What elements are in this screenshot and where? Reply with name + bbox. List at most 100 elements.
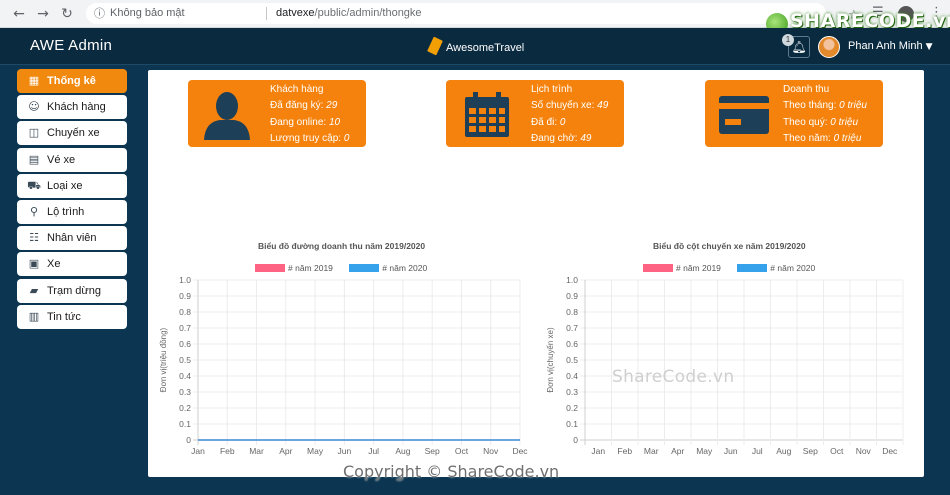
user-menu[interactable]: Phan Anh Minh ▼ bbox=[848, 40, 933, 52]
x-tick-label: Dec bbox=[512, 446, 528, 456]
notification-badge: 1 bbox=[782, 34, 794, 46]
x-tick-label: Feb bbox=[617, 446, 632, 456]
revenue-card: Doanh thu Theo tháng: 0 triệu Theo quý: … bbox=[705, 80, 883, 147]
visits-stat: Lượng truy cập: 0 bbox=[270, 133, 350, 144]
sidebar-item-label: Lộ trình bbox=[47, 205, 85, 218]
sidebar-item[interactable]: ◫ Chuyến xe bbox=[17, 121, 127, 146]
address-separator bbox=[266, 7, 267, 20]
sidebar-item[interactable]: ☷ Nhân viên bbox=[17, 226, 127, 251]
sidebar-item-label: Vé xe bbox=[47, 153, 76, 166]
revenue-line-chart: Đơn vị(triệu đồng) 0 0.1 0.2 0.3 0.4 0.5 0.6 0.7… bbox=[159, 275, 528, 456]
address-bar[interactable]: ⓘ Không bảo mật datvexe/public/admin/tho… bbox=[86, 3, 860, 24]
sidebar-item[interactable]: ▰ Trạm dừng bbox=[17, 278, 127, 303]
sidebar-item[interactable]: ⛟ Loại xe bbox=[17, 173, 127, 198]
app-header: AWE Admin AwesomeTravel 🔔︎ 1 Phan Anh Mi… bbox=[0, 28, 950, 65]
main-panel: Khách hàng Đã đăng ký: 29 Đang online: 1… bbox=[148, 70, 924, 477]
revenue-chart-title: Biểu đồ đường doanh thu năm 2019/2020 bbox=[258, 241, 426, 251]
route-icon: ⚲ bbox=[29, 204, 39, 218]
watermark-text: ShareCode.vn bbox=[612, 367, 735, 387]
y-tick-label: 0.9 bbox=[566, 291, 578, 301]
x-tick-label: Oct bbox=[830, 446, 844, 456]
done-stat: Đã đi: 0 bbox=[531, 117, 566, 128]
x-tick-label: Jul bbox=[368, 446, 379, 456]
calendar-icon bbox=[465, 92, 509, 137]
x-tick-label: Oct bbox=[455, 446, 469, 456]
y-tick-label: 0.1 bbox=[566, 419, 578, 429]
copyright-watermark: Copyright © ShareCode.vn bbox=[343, 462, 560, 481]
y-tick-label: 0.9 bbox=[179, 291, 191, 301]
sidebar-item-label: Chuyến xe bbox=[47, 127, 100, 140]
pencil-icon bbox=[427, 36, 443, 56]
y-tick-label: 0.7 bbox=[179, 323, 191, 333]
sidebar-item-label: Thống kê bbox=[47, 75, 96, 87]
y-tick-label: 0.5 bbox=[179, 355, 191, 365]
y-tick-label: 0.2 bbox=[566, 403, 578, 413]
sidebar-item[interactable]: ▣ Xe bbox=[17, 252, 127, 277]
y-axis-label: Đơn vị(chuyến xe) bbox=[546, 327, 555, 393]
month-revenue-stat: Theo tháng: 0 triệu bbox=[783, 100, 867, 111]
sidebar-item[interactable]: ▦ Thống kê bbox=[17, 69, 127, 93]
customers-title: Khách hàng bbox=[270, 84, 324, 95]
x-tick-label: Apr bbox=[279, 446, 292, 456]
sidebar-item-label: Xe bbox=[47, 258, 61, 271]
schedule-title: Lịch trình bbox=[531, 84, 573, 95]
forward-icon[interactable]: → bbox=[34, 5, 52, 23]
y-tick-label: 0.3 bbox=[179, 387, 191, 397]
car-icon: ⛟ bbox=[27, 178, 41, 192]
sidebar-item-label: Trạm dừng bbox=[47, 284, 102, 297]
user-icon bbox=[204, 92, 250, 140]
x-tick-label: Mar bbox=[249, 446, 264, 456]
x-tick-label: Sep bbox=[425, 446, 440, 456]
chevron-down-icon: ▼ bbox=[925, 42, 933, 52]
y-tick-label: 0.3 bbox=[566, 387, 578, 397]
sidebar-item[interactable]: ☺ Khách hàng bbox=[17, 95, 127, 120]
schedule-card: Lịch trình Số chuyến xe: 49 Đã đi: 0 Đan… bbox=[446, 80, 624, 147]
y-tick-label: 0.2 bbox=[179, 403, 191, 413]
y-tick-label: 0.7 bbox=[566, 323, 578, 333]
y-tick-label: 0.8 bbox=[179, 307, 191, 317]
bus-icon: ▣ bbox=[28, 257, 40, 271]
y-tick-label: 0.5 bbox=[566, 355, 578, 365]
x-tick-label: Jan bbox=[191, 446, 205, 456]
online-stat: Đang online: 10 bbox=[270, 117, 341, 128]
back-icon[interactable]: ← bbox=[10, 5, 28, 23]
reload-icon[interactable]: ↻ bbox=[58, 5, 76, 23]
waiting-stat: Đang chờ: 49 bbox=[531, 133, 592, 144]
x-tick-label: Jun bbox=[338, 446, 352, 456]
x-tick-label: Jun bbox=[724, 446, 738, 456]
url-text[interactable]: datvexe/public/admin/thongke bbox=[276, 3, 422, 24]
y-tick-label: 0.1 bbox=[179, 419, 191, 429]
x-tick-label: Nov bbox=[856, 446, 872, 456]
year-revenue-stat: Theo năm: 0 triệu bbox=[783, 133, 862, 144]
sidebar-item[interactable]: ▤ Vé xe bbox=[17, 147, 127, 172]
trips-chart-title: Biểu đồ cột chuyến xe năm 2019/2020 bbox=[653, 241, 806, 251]
y-tick-label: 0.4 bbox=[179, 371, 191, 381]
x-tick-label: Sep bbox=[803, 446, 818, 456]
sidebar-item-label: Khách hàng bbox=[47, 101, 106, 114]
x-tick-label: Nov bbox=[483, 446, 499, 456]
route-map-icon: ◫ bbox=[28, 126, 40, 140]
sidebar-item[interactable]: ⚲ Lộ trình bbox=[17, 199, 127, 224]
y-tick-label: 0 bbox=[186, 435, 191, 445]
insecure-label: Không bảo mật bbox=[110, 7, 185, 19]
customers-card: Khách hàng Đã đăng ký: 29 Đang online: 1… bbox=[188, 80, 366, 147]
sidebar-item[interactable]: ▥ Tin tức bbox=[17, 304, 127, 329]
news-icon: ▥ bbox=[28, 309, 40, 323]
brand-title[interactable]: AWE Admin bbox=[30, 37, 112, 54]
station-icon: ▰ bbox=[29, 283, 39, 297]
chart-icon: ▦ bbox=[28, 74, 40, 87]
y-tick-label: 1.0 bbox=[179, 275, 191, 285]
x-tick-label: Mar bbox=[644, 446, 659, 456]
x-tick-label: Dec bbox=[882, 446, 898, 456]
y-tick-label: 0.8 bbox=[566, 307, 578, 317]
avatar[interactable] bbox=[818, 36, 840, 58]
x-tick-label: Jul bbox=[752, 446, 763, 456]
y-tick-label: 0 bbox=[573, 435, 578, 445]
x-tick-label: Aug bbox=[395, 446, 410, 456]
x-tick-label: Jan bbox=[591, 446, 605, 456]
awesome-travel-logo: AwesomeTravel bbox=[427, 36, 524, 56]
sidebar-item-label: Tin tức bbox=[47, 310, 81, 323]
x-tick-label: May bbox=[696, 446, 713, 456]
y-tick-label: 0.6 bbox=[566, 339, 578, 349]
info-icon[interactable]: ⓘ bbox=[94, 3, 105, 24]
